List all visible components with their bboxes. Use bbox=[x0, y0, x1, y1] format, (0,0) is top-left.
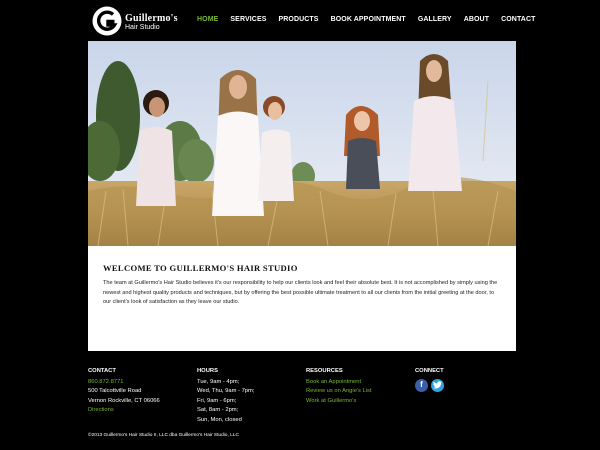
footer-contact-heading: CONTACT bbox=[88, 368, 116, 374]
welcome-title: WELCOME TO GUILLERMO'S HAIR STUDIO bbox=[103, 263, 298, 273]
nav-book-appointment[interactable]: BOOK APPOINTMENT bbox=[331, 16, 406, 23]
footer-resources: RESOURCES Book an Appointment Review us … bbox=[306, 367, 372, 406]
facebook-icon[interactable]: f bbox=[415, 378, 428, 392]
footer-hours: HOURS Tue, 9am - 4pm; Wed, Thu, 9am - 7p… bbox=[197, 367, 254, 425]
address-line-1: 500 Talcottville Road bbox=[88, 388, 142, 394]
footer-connect-heading: CONNECT bbox=[415, 368, 444, 374]
footer-connect: CONNECT f bbox=[415, 367, 444, 392]
welcome-body: The team at Guillermo's Hair Studio beli… bbox=[103, 280, 498, 306]
footer-contact: CONTACT 860.872.8771 500 Talcottville Ro… bbox=[88, 367, 160, 416]
nav-about[interactable]: ABOUT bbox=[464, 16, 489, 23]
address-line-2: Vernon Rockville, CT 06066 bbox=[88, 397, 160, 404]
hours-line: Sat, 8am - 2pm; bbox=[197, 407, 239, 413]
hours-line: Fri, 9am - 6pm; bbox=[197, 397, 237, 404]
welcome-panel: WELCOME TO GUILLERMO'S HAIR STUDIO The t… bbox=[88, 246, 516, 351]
hero-image bbox=[88, 41, 516, 246]
brand-subtitle: Hair Studio bbox=[125, 24, 160, 31]
footer-hours-heading: HOURS bbox=[197, 368, 218, 374]
twitter-icon[interactable] bbox=[431, 378, 444, 392]
logo-mark-icon bbox=[92, 6, 122, 36]
hours-line: Sun, Mon, closed bbox=[197, 416, 242, 423]
nav-services[interactable]: SERVICES bbox=[230, 16, 266, 23]
main-nav: HOME SERVICES PRODUCTS BOOK APPOINTMENT … bbox=[197, 16, 536, 23]
hours-line: Tue, 9am - 4pm; bbox=[197, 378, 240, 385]
angies-list-link[interactable]: Review us on Angie's List bbox=[306, 387, 372, 397]
site-logo[interactable]: Guillermo's Hair Studio bbox=[92, 6, 192, 36]
nav-contact[interactable]: CONTACT bbox=[501, 16, 535, 23]
nav-products[interactable]: PRODUCTS bbox=[278, 16, 318, 23]
directions-link[interactable]: Directions bbox=[88, 406, 160, 416]
phone-link[interactable]: 860.872.8771 bbox=[88, 378, 160, 388]
nav-home[interactable]: HOME bbox=[197, 16, 218, 23]
social-links: f bbox=[415, 378, 444, 392]
brand-name: Guillermo's bbox=[125, 13, 178, 24]
hours-line: Wed, Thu, 9am - 7pm; bbox=[197, 388, 255, 394]
footer-resources-heading: RESOURCES bbox=[306, 368, 343, 374]
copyright: ©2013 Guillermo's Hair Studio II, LLC db… bbox=[88, 433, 239, 438]
nav-gallery[interactable]: GALLERY bbox=[418, 16, 452, 23]
book-appointment-link[interactable]: Book an Appointment bbox=[306, 378, 372, 388]
careers-link[interactable]: Work at Guillermo's bbox=[306, 397, 372, 407]
